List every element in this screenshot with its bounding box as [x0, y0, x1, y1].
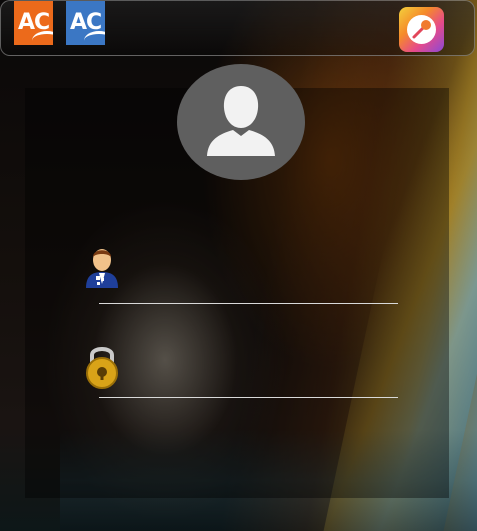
user-silhouette-icon — [177, 64, 305, 180]
username-input[interactable] — [99, 274, 398, 304]
orange-app-icon[interactable]: AC — [14, 1, 53, 45]
top-taskbar: AC AC — [0, 0, 475, 56]
microphone-app-icon[interactable] — [399, 7, 444, 52]
microphone-icon — [412, 20, 431, 39]
blue-app-icon[interactable]: AC — [66, 1, 105, 45]
password-input[interactable] — [99, 368, 398, 398]
